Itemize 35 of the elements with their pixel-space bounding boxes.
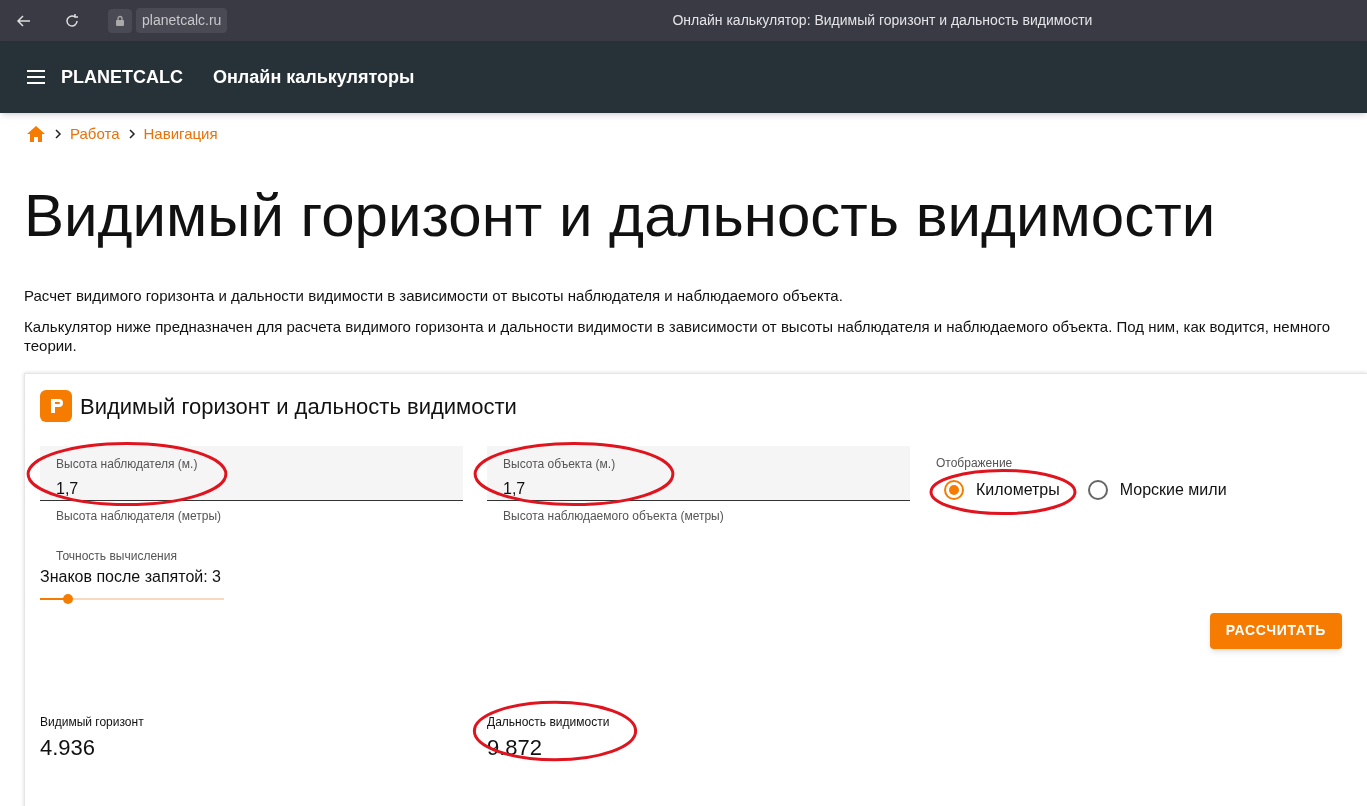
result-label: Видимый горизонт [40, 713, 144, 731]
slider-track[interactable] [40, 592, 224, 605]
input-field[interactable]: Высота наблюдателя (м.) 1,7 [40, 445, 463, 501]
result-value: 4.936 [40, 733, 97, 762]
tab-title: Онлайн калькулятор: Видимый горизонт и дальность видимости [672, 11, 1093, 30]
back-icon[interactable] [16, 12, 32, 29]
page-title: Видимый горизонт и дальность видимости [23, 180, 1217, 251]
field-value: 1,7 [503, 478, 526, 499]
slider-label: Точность вычисления [55, 547, 178, 565]
field-label: Высота объекта (м.) [503, 455, 617, 473]
description-text: Расчет видимого горизонта и дальности видимости в зависимости от высоты наблюдателя и наблюдаемого объекта. [24, 285, 844, 305]
chevron-icon [54, 128, 62, 141]
slider-thumb[interactable] [62, 593, 73, 604]
site-title[interactable]: Онлайн калькуляторы [213, 63, 415, 91]
site-logo[interactable]: PLANETCALC [61, 63, 183, 91]
calculator-logo-icon [40, 390, 72, 422]
chevron-icon [127, 128, 136, 141]
input-field[interactable]: Высота объекта (м.) 1,7 [487, 445, 910, 501]
home-icon[interactable] [26, 124, 46, 145]
field-hint: Высота наблюдаемого объекта (метры) [502, 507, 725, 525]
result-label: Дальность видимости [487, 713, 610, 731]
radio-label[interactable]: Морские мили [1119, 477, 1227, 502]
slider-value: Знаков после запятой: 3 [40, 566, 222, 587]
reload-icon[interactable] [64, 12, 80, 29]
calculator-title: Видимый горизонт и дальность видимости [80, 392, 517, 421]
radio-button[interactable] [944, 479, 964, 500]
description-text: Калькулятор ниже предназначен для расчета видимого горизонта и дальности видимости в зависимости от высоты наблюдателя и наблюдаемого объекта. Под ним, как водится, немного теории. [24, 316, 1332, 355]
menu-icon[interactable] [26, 69, 46, 85]
field-value: 1,7 [56, 478, 79, 499]
field-hint: Высота наблюдателя (метры) [55, 507, 223, 525]
field-label: Высота наблюдателя (м.) [56, 455, 199, 473]
display-label: Отображение [936, 454, 1014, 472]
radio-button[interactable] [1087, 479, 1108, 500]
lock-icon [108, 8, 132, 33]
address-bar[interactable]: planetcalc.ru [136, 8, 228, 33]
